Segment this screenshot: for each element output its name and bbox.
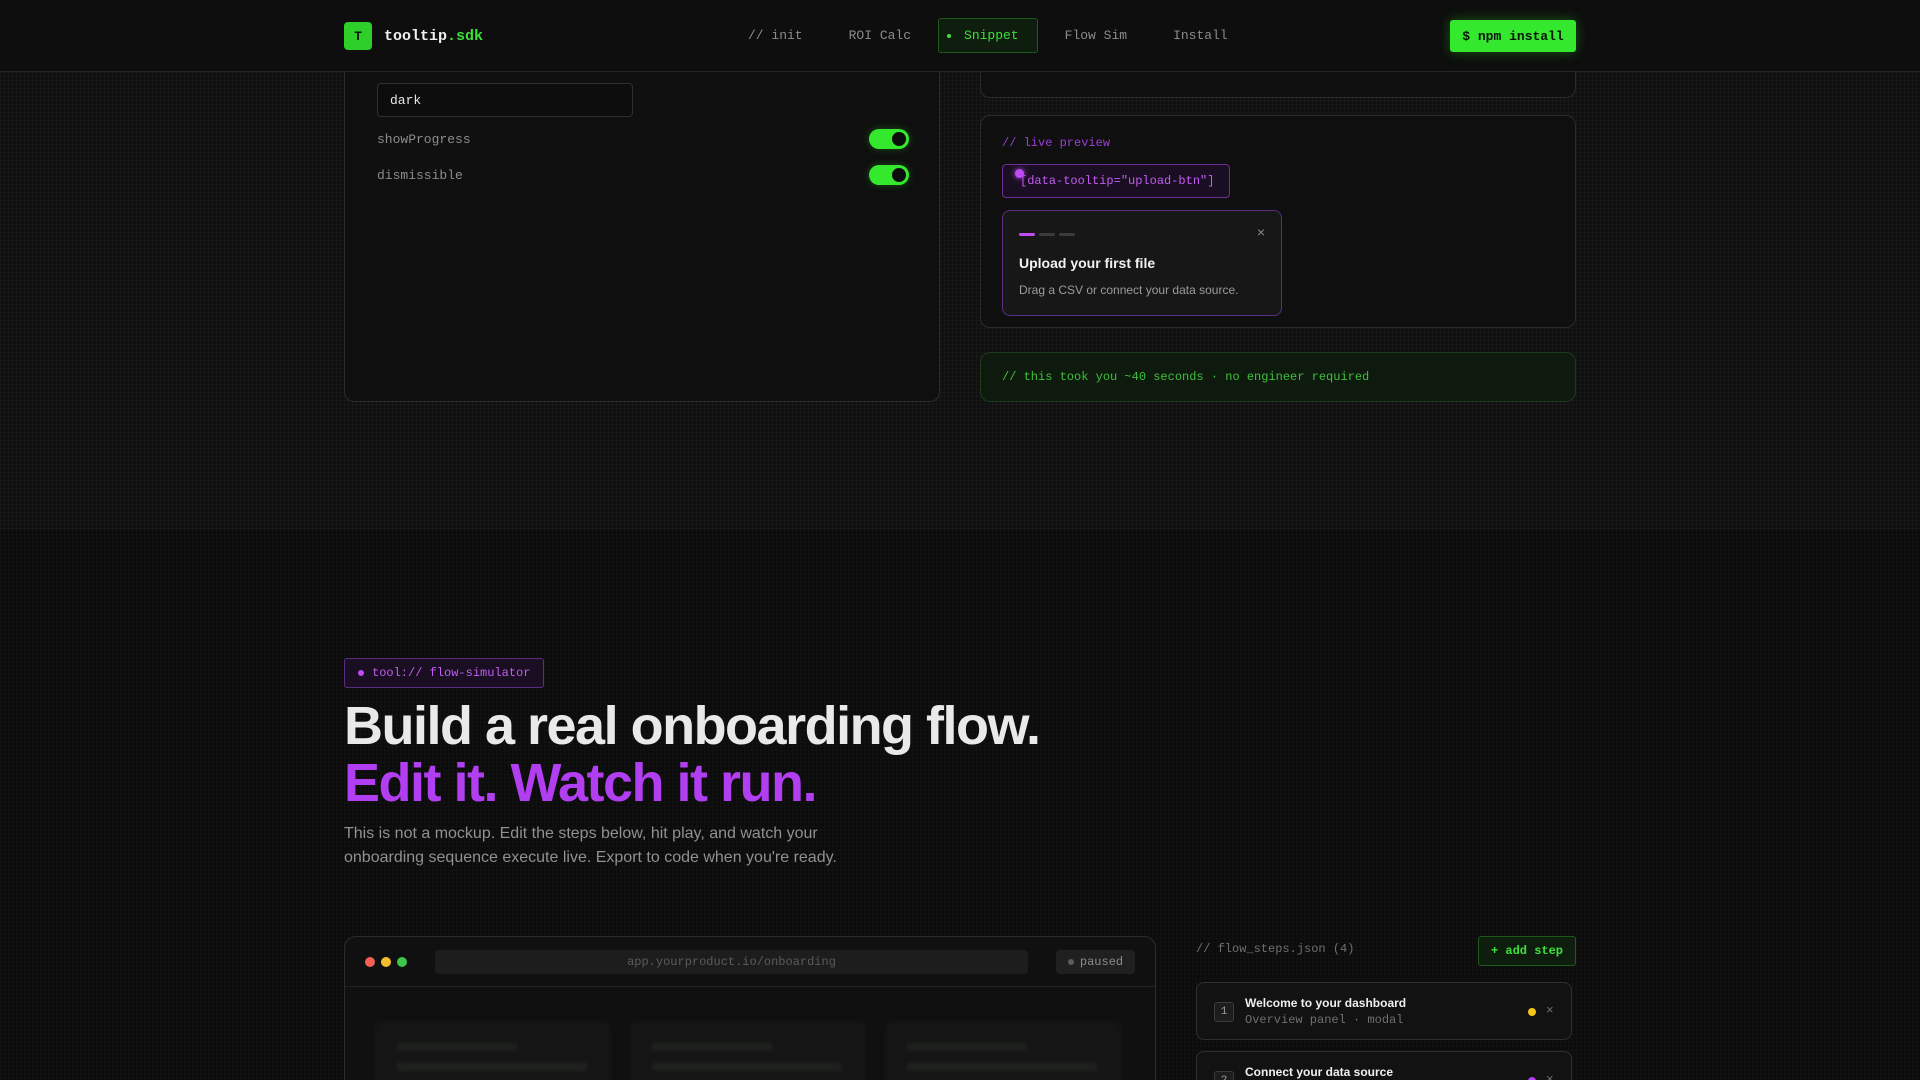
step-item[interactable]: 1 Welcome to your dashboard Overview pan…: [1196, 982, 1572, 1040]
config-panel: dark showProgress dismissible: [344, 52, 940, 402]
time-note: // this took you ~40 seconds · no engine…: [980, 352, 1576, 402]
tooltip-title: Upload your first file: [1019, 255, 1156, 271]
toggle-row-show-progress: showProgress: [377, 128, 909, 150]
nav-link-install[interactable]: Install: [1154, 18, 1247, 53]
steps-label: // flow_steps.json (4): [1196, 942, 1355, 956]
nav-link-flow-sim[interactable]: Flow Sim: [1046, 18, 1146, 53]
target-selector: [data-tooltip="upload-btn"]: [1020, 174, 1215, 188]
theme-input[interactable]: dark: [377, 83, 633, 117]
step-title: Connect your data source: [1245, 1065, 1394, 1079]
tooltip-preview: × Upload your first file Drag a CSV or c…: [1002, 210, 1282, 316]
close-icon[interactable]: ×: [1257, 224, 1265, 240]
skeleton-card: [630, 1021, 866, 1080]
url-bar: app.yourproduct.io/onboarding: [435, 950, 1028, 974]
step-subtitle: Overview panel · modal: [1245, 1013, 1404, 1027]
close-dot: [365, 957, 375, 967]
browser-bar: app.yourproduct.io/onboarding paused: [345, 937, 1155, 987]
npm-install-button[interactable]: $ npm install: [1450, 20, 1576, 52]
browser-mockup: app.yourproduct.io/onboarding paused: [344, 936, 1156, 1080]
tool-tag: tool:// flow-simulator: [344, 658, 545, 688]
step-item[interactable]: 2 Connect your data source ×: [1196, 1051, 1572, 1080]
toggle-label: showProgress: [377, 131, 471, 147]
step-number: 1: [1214, 1002, 1234, 1022]
skeleton-card: [885, 1021, 1121, 1080]
skeleton-card: [375, 1021, 611, 1080]
preview-label: // live preview: [1002, 136, 1111, 150]
toggle-label: dismissible: [377, 167, 463, 183]
step-number: 2: [1214, 1071, 1234, 1080]
top-nav: T tooltip.sdk // init ROI Calc Snippet F…: [0, 0, 1920, 72]
headline-line-1: Build a real onboarding flow.: [344, 696, 1041, 756]
show-progress-toggle[interactable]: [869, 129, 909, 149]
section-headline: Build a real onboarding flow. Edit it. W…: [344, 696, 1041, 813]
logo-text: tooltip.sdk: [384, 27, 484, 45]
step-title: Welcome to your dashboard: [1245, 996, 1407, 1010]
beacon-dot: [1015, 169, 1024, 178]
add-step-button[interactable]: + add step: [1478, 936, 1576, 966]
progress-segment: [1019, 233, 1035, 236]
remove-step-icon[interactable]: ×: [1546, 1071, 1554, 1080]
status-badge[interactable]: paused: [1056, 950, 1135, 974]
nav-link-snippet[interactable]: Snippet: [938, 18, 1038, 53]
remove-step-icon[interactable]: ×: [1546, 1002, 1554, 1017]
window-controls: [365, 957, 407, 967]
nav-link-init[interactable]: // init: [729, 18, 822, 53]
headline-line-2: Edit it. Watch it run.: [344, 753, 817, 813]
progress-indicator: [1019, 233, 1075, 236]
maximize-dot: [397, 957, 407, 967]
snippet-section: dark showProgress dismissible // live pr…: [0, 52, 1920, 530]
nav-link-roi-calc[interactable]: ROI Calc: [830, 18, 930, 53]
flow-simulator-section: tool:// flow-simulator Build a real onbo…: [0, 530, 1920, 1080]
toggle-row-dismissible: dismissible: [377, 164, 909, 186]
live-preview-card: // live preview [data-tooltip="upload-bt…: [980, 115, 1576, 328]
section-subtext: This is not a mockup. Edit the steps bel…: [344, 825, 837, 866]
target-element-chip[interactable]: [data-tooltip="upload-btn"]: [1002, 164, 1230, 198]
tooltip-body: Drag a CSV or connect your data source.: [1019, 283, 1239, 297]
logo-mark: T: [344, 22, 372, 50]
minimize-dot: [381, 957, 391, 967]
progress-segment: [1039, 233, 1055, 236]
nav-links: // init ROI Calc Snippet Flow Sim Instal…: [729, 18, 1247, 53]
step-type-dot: [1528, 1008, 1536, 1016]
dismissible-toggle[interactable]: [869, 165, 909, 185]
logo[interactable]: T tooltip.sdk: [344, 22, 483, 50]
progress-segment: [1059, 233, 1075, 236]
